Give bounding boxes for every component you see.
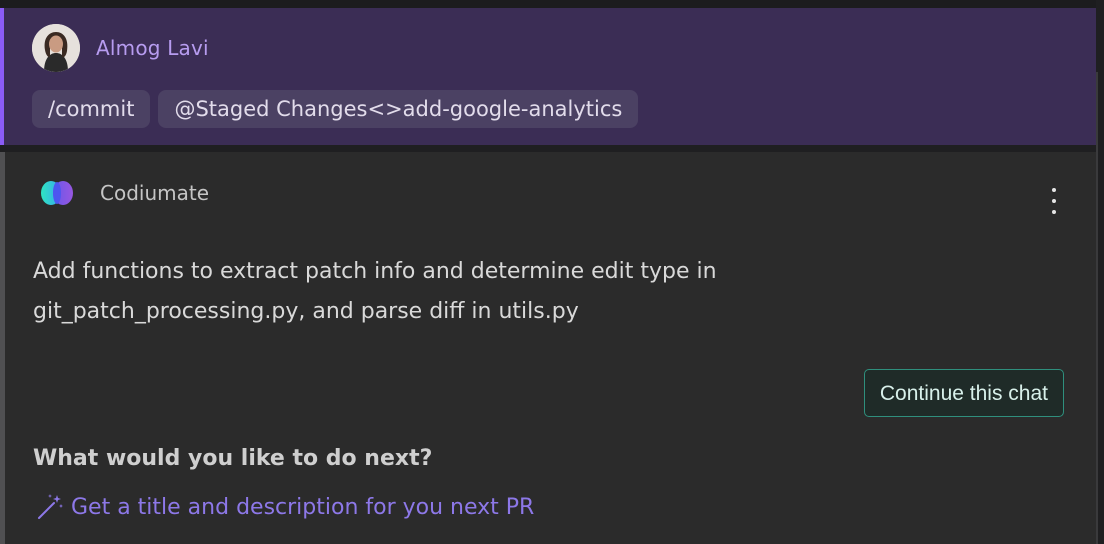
kebab-menu-icon[interactable] [1050,188,1058,214]
user-message: Almog Lavi /commit @Staged Changes<>add-… [0,8,1096,145]
command-chip[interactable]: /commit [32,90,151,128]
context-chip[interactable]: @Staged Changes<>add-google-analytics [158,90,639,128]
codiumate-logo-icon [38,180,76,206]
assistant-header: Codiumate [38,180,209,206]
user-name: Almog Lavi [96,36,209,60]
suggestion-text: Get a title and description for you next… [71,494,535,520]
scrollbar-track[interactable] [1096,72,1098,544]
assistant-message: Codiumate Add functions to extract patch… [0,152,1096,544]
next-question-heading: What would you like to do next? [33,446,433,471]
avatar [32,24,80,72]
context-chips: /commit @Staged Changes<>add-google-anal… [32,90,639,128]
assistant-name: Codiumate [100,181,210,205]
suggestion-link[interactable]: Get a title and description for you next… [35,492,534,522]
magic-wand-icon [38,494,63,519]
continue-chat-button[interactable]: Continue this chat [863,369,1064,417]
user-header: Almog Lavi [32,24,209,72]
top-strip [0,0,1104,8]
assistant-text: Add functions to extract patch info and … [33,259,717,324]
